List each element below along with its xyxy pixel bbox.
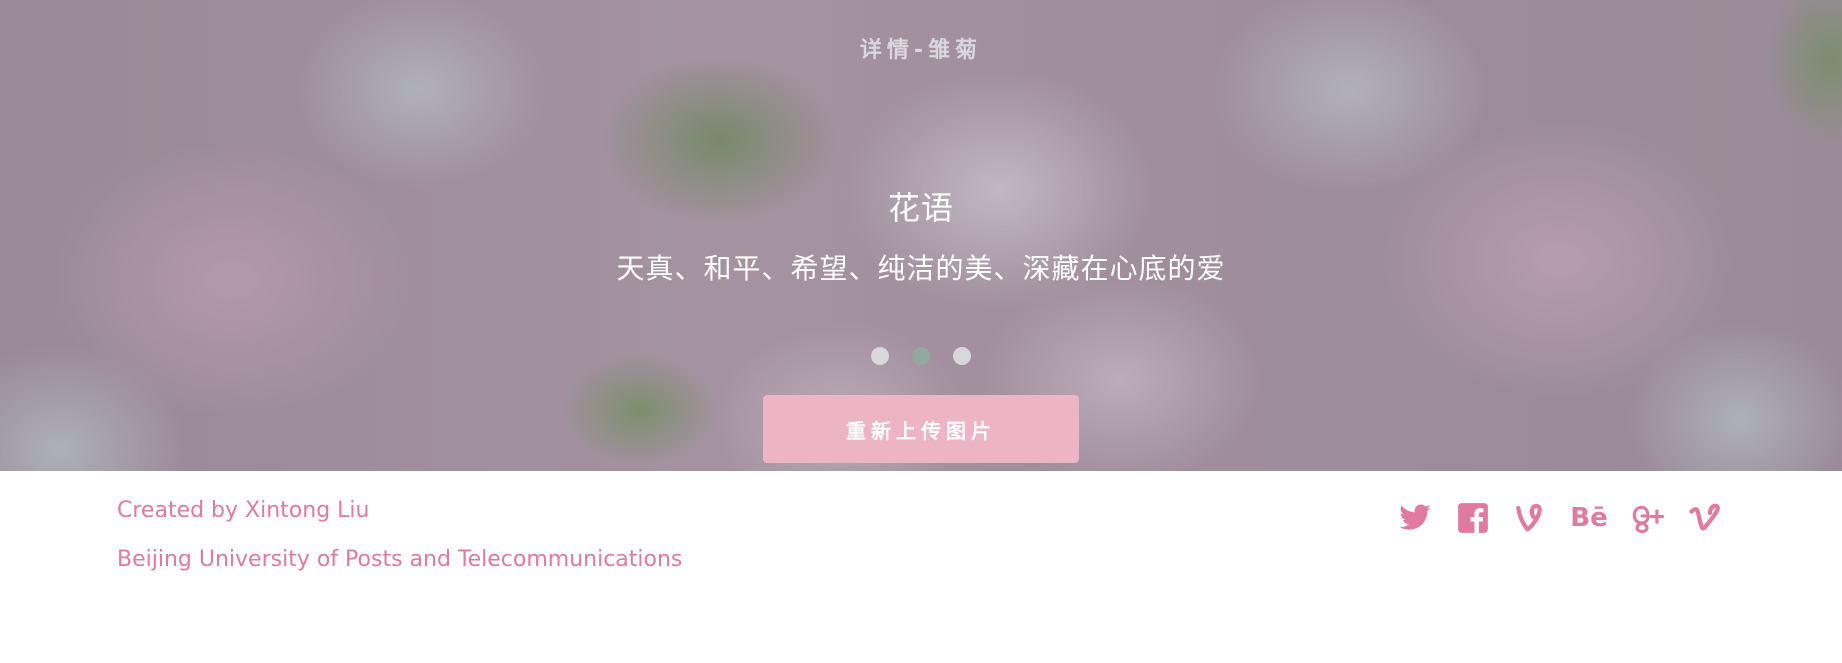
flower-language-text: 天真、和平、希望、纯洁的美、深藏在心底的爱 (616, 252, 1226, 285)
facebook-icon[interactable] (1456, 501, 1490, 535)
creator-credit: Created by Xintong Liu (117, 498, 370, 523)
flower-language-heading: 花语 (887, 189, 954, 227)
carousel-dot-1[interactable] (871, 347, 889, 365)
page-title: 详情-雏菊 (859, 38, 983, 63)
vine-icon[interactable] (1514, 501, 1548, 535)
twitter-icon[interactable] (1398, 501, 1432, 535)
google-plus-icon[interactable] (1630, 501, 1664, 535)
footer: Created by Xintong Liu Beijing Universit… (0, 471, 1842, 663)
reupload-image-button[interactable]: 重新上传图片 (763, 395, 1079, 463)
behance-icon[interactable]: Bē (1570, 501, 1608, 535)
hero-content: 详情-雏菊 花语 天真、和平、希望、纯洁的美、深藏在心底的爱 重新上传图片 (0, 0, 1842, 471)
carousel-dot-2[interactable] (912, 347, 930, 365)
carousel-dot-3[interactable] (953, 347, 971, 365)
social-links: Bē (1398, 501, 1722, 535)
vimeo-icon[interactable] (1688, 501, 1722, 535)
organization-name: Beijing University of Posts and Telecomm… (117, 547, 683, 572)
carousel-indicator (0, 347, 1842, 365)
behance-icon-text: Bē (1570, 503, 1608, 533)
hero-banner: 详情-雏菊 花语 天真、和平、希望、纯洁的美、深藏在心底的爱 重新上传图片 (0, 0, 1842, 471)
